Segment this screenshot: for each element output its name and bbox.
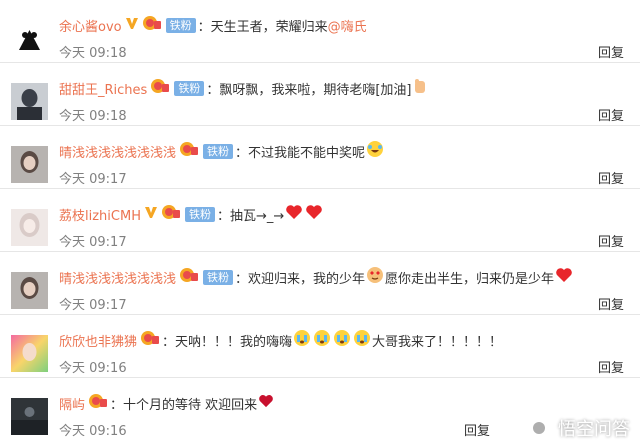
fan-medal-icon — [140, 330, 160, 350]
colon-separator: ： — [235, 271, 249, 287]
avatar[interactable] — [11, 83, 48, 120]
avatar[interactable] — [11, 146, 48, 183]
heart-emoji-icon — [285, 204, 303, 224]
reply-button[interactable]: 回复 — [598, 168, 624, 187]
iron-fan-badge: 铁粉 — [203, 269, 234, 285]
avatar[interactable] — [11, 398, 48, 435]
comment-text: 不过我能不能中奖呢 — [248, 145, 366, 161]
comment-text: 抽瓦→_→ — [229, 208, 285, 224]
username[interactable]: 欣欣也非狒狒 — [59, 331, 137, 350]
iron-fan-badge: 铁粉 — [203, 143, 234, 159]
iron-fan-badge: 铁粉 — [165, 17, 196, 33]
crying-emoji-icon — [293, 329, 311, 351]
comment-content: 隔屿 ： 十个月的等待 欢迎回来 — [59, 392, 275, 414]
comment-content: 甜甜王_Riches 铁粉 ： 飘呀飘，我来啦，期待老嗨[加油] — [59, 77, 429, 99]
colon-separator: ： — [216, 208, 230, 224]
reply-button[interactable]: 回复 — [464, 420, 490, 439]
comment-text: 大哥我来了！！！！！ — [372, 334, 503, 350]
comment-item: 甜甜王_Riches 铁粉 ： 飘呀飘，我来啦，期待老嗨[加油] 今天 09:1… — [0, 63, 640, 126]
reply-button[interactable]: 回复 — [598, 357, 624, 376]
comment-item: 晴浅浅浅浅浅浅浅浅 铁粉 ： 欢迎归来，我的少年 愿你走出半生，归来仍是少年 今… — [0, 252, 640, 315]
watermark: 悟空问答 — [526, 415, 630, 441]
colon-separator: ： — [206, 82, 220, 98]
username[interactable]: 余心酱ovo — [59, 16, 122, 35]
comment-item: 晴浅浅浅浅浅浅浅浅 铁粉 ： 不过我能不能中奖呢 今天 09:17 回复 — [0, 126, 640, 189]
avatar[interactable] — [11, 20, 48, 57]
heart-emoji-icon — [555, 267, 573, 287]
crying-emoji-icon — [333, 329, 351, 351]
colon-separator: ： — [197, 19, 211, 35]
mention-link[interactable]: @嗨氏 — [328, 16, 367, 35]
reply-button[interactable]: 回复 — [598, 105, 624, 124]
timestamp: 今天 09:16 — [59, 424, 127, 439]
comment-text: 天生王者，荣耀归来 — [210, 19, 328, 35]
timestamp: 今天 09:17 — [59, 235, 127, 250]
comment-list: 余心酱ovo 铁粉 ： 天生王者，荣耀归来 @嗨氏 今天 09:18 回复 甜甜… — [0, 0, 640, 445]
comment-content: 晴浅浅浅浅浅浅浅浅 铁粉 ： 不过我能不能中奖呢 — [59, 140, 385, 162]
iron-fan-badge: 铁粉 — [184, 206, 215, 222]
iron-fan-badge: 铁粉 — [174, 80, 205, 96]
timestamp: 今天 09:18 — [59, 46, 127, 61]
colon-separator: ： — [235, 145, 249, 161]
comment-text: 飘呀飘，我来啦，期待老嗨[加油] — [219, 82, 412, 98]
timestamp: 今天 09:16 — [59, 361, 127, 376]
comment-item: 欣欣也非狒狒 ： 天呐！！！我的嗨嗨 大哥我来了！！！！！ 今天 09:16 回… — [0, 315, 640, 378]
comment-content: 晴浅浅浅浅浅浅浅浅 铁粉 ： 欢迎归来，我的少年 愿你走出半生，归来仍是少年 — [59, 266, 574, 288]
timestamp: 今天 09:17 — [59, 172, 127, 187]
timestamp: 今天 09:18 — [59, 109, 127, 124]
crying-emoji-icon — [313, 329, 331, 351]
comment-content: 荔枝lizhiCMH 铁粉 ： 抽瓦→_→ — [59, 203, 324, 225]
comment-text: 十个月的等待 欢迎回来 — [123, 397, 258, 413]
verified-v-icon — [125, 16, 139, 34]
heart-emoji-icon — [305, 204, 323, 224]
crying-emoji-icon — [353, 329, 371, 351]
reply-button[interactable]: 回复 — [598, 231, 624, 250]
comment-item: 余心酱ovo 铁粉 ： 天生王者，荣耀归来 @嗨氏 今天 09:18 回复 — [0, 0, 640, 63]
heart-eyes-emoji-icon — [366, 266, 384, 288]
colon-separator: ： — [162, 334, 176, 350]
username[interactable]: 晴浅浅浅浅浅浅浅浅 — [59, 142, 176, 161]
watermark-text: 悟空问答 — [558, 419, 630, 440]
fan-medal-icon — [161, 204, 181, 224]
comment-text: 愿你走出半生，归来仍是少年 — [385, 271, 555, 287]
timestamp: 今天 09:17 — [59, 298, 127, 313]
username[interactable]: 甜甜王_Riches — [59, 79, 147, 98]
username[interactable]: 荔枝lizhiCMH — [59, 205, 141, 224]
comment-text: 欢迎归来，我的少年 — [248, 271, 366, 287]
fist-emoji-icon — [412, 77, 428, 99]
avatar[interactable] — [11, 272, 48, 309]
fan-medal-icon — [179, 141, 199, 161]
avatar[interactable] — [11, 209, 48, 246]
fan-medal-icon — [142, 15, 162, 35]
fan-medal-icon — [150, 78, 170, 98]
reply-button[interactable]: 回复 — [598, 294, 624, 313]
comment-content: 余心酱ovo 铁粉 ： 天生王者，荣耀归来 @嗨氏 — [59, 14, 367, 36]
laugh-tears-emoji-icon — [366, 140, 384, 162]
fan-medal-icon — [88, 393, 108, 413]
wukong-logo-icon — [526, 415, 552, 441]
verified-v-icon — [144, 205, 158, 223]
avatar[interactable] — [11, 335, 48, 372]
colon-separator: ： — [110, 397, 124, 413]
username[interactable]: 晴浅浅浅浅浅浅浅浅 — [59, 268, 176, 287]
username[interactable]: 隔屿 — [59, 394, 85, 413]
reply-button[interactable]: 回复 — [598, 42, 624, 61]
heart-emoji-icon — [258, 394, 274, 412]
comment-text: 天呐！！！我的嗨嗨 — [175, 334, 293, 350]
fan-medal-icon — [179, 267, 199, 287]
comment-item: 荔枝lizhiCMH 铁粉 ： 抽瓦→_→ 今天 09:17 回复 — [0, 189, 640, 252]
comment-content: 欣欣也非狒狒 ： 天呐！！！我的嗨嗨 大哥我来了！！！！！ — [59, 329, 502, 351]
